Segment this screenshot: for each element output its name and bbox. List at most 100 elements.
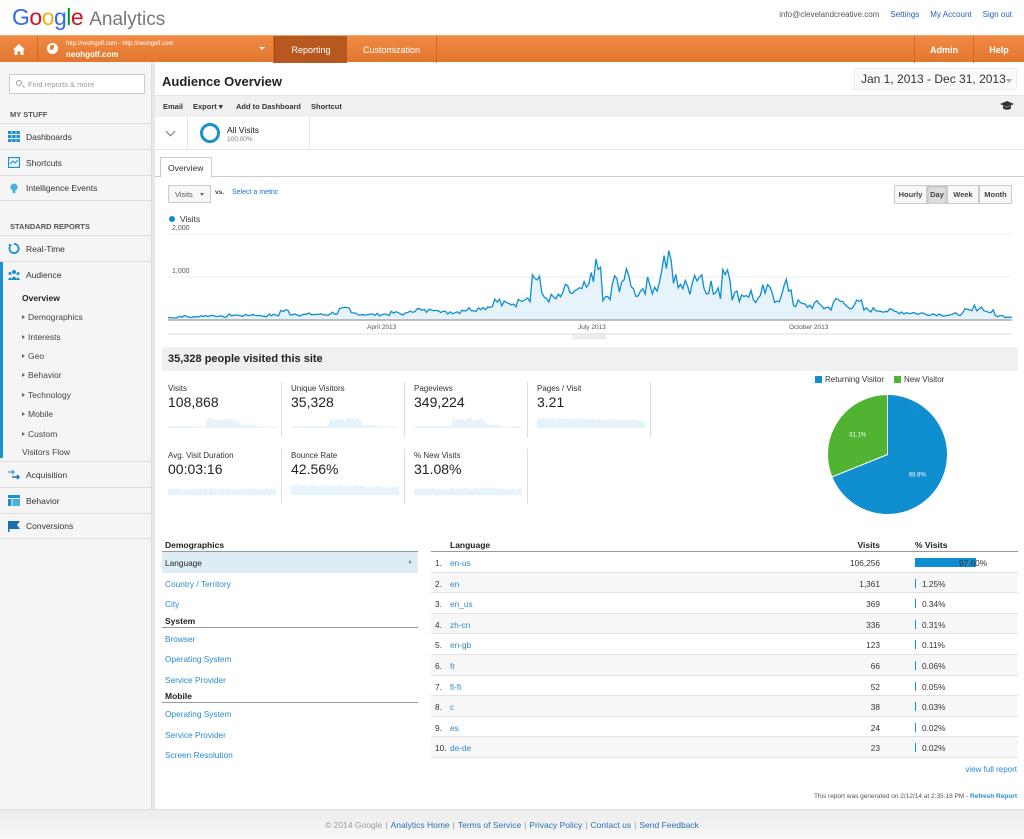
export-button[interactable]: Export ▾: [193, 102, 223, 111]
sparkline: [537, 417, 645, 428]
table-row: 3. en_us 369 0.34%: [431, 593, 1018, 614]
metric-unique-visitors[interactable]: Unique Visitors 35,328: [285, 382, 405, 437]
account-urls: http://neohgolf.com - http://neohgolf.co…: [66, 41, 174, 47]
sidebar-sub-demographics[interactable]: Demographics: [22, 312, 83, 322]
date-range-picker[interactable]: Jan 1, 2013 - Dec 31, 2013: [854, 68, 1017, 90]
footer-link-privacy[interactable]: Privacy Policy: [529, 820, 582, 830]
row-rank: 4.: [435, 619, 442, 630]
tab-overview[interactable]: Overview: [160, 157, 212, 178]
footer-link-contact[interactable]: Contact us: [591, 820, 632, 830]
row-pct: 0.02%: [922, 722, 946, 733]
language-link[interactable]: fi-fi: [450, 682, 461, 692]
search-input[interactable]: Find reports & more: [9, 74, 145, 94]
sidebar-item-conversions[interactable]: Conversions: [0, 513, 152, 539]
view-full-report-link[interactable]: view full report: [965, 765, 1017, 774]
metric-bounce-rate[interactable]: Bounce Rate 42.56%: [285, 449, 405, 504]
graduation-cap-icon[interactable]: [1000, 101, 1014, 111]
segment-all-visits[interactable]: All Visits 100.00%: [188, 117, 310, 150]
metric-pageviews[interactable]: Pageviews 349,224: [408, 382, 528, 437]
home-button[interactable]: [0, 36, 38, 63]
range-slider-handle[interactable]: [572, 333, 606, 339]
sign-out-link[interactable]: Sign out: [983, 10, 1012, 19]
footer-link-feedback[interactable]: Send Feedback: [639, 820, 699, 830]
sidebar-sub-technology[interactable]: Technology: [22, 390, 71, 400]
footer-link-analytics-home[interactable]: Analytics Home: [391, 820, 450, 830]
row-rank: 8.: [435, 702, 442, 713]
sidebar-item-behavior[interactable]: Behavior: [0, 487, 152, 513]
sidebar-sub-geo[interactable]: Geo: [22, 351, 44, 361]
visitor-type-pie-chart[interactable]: 68.9% 31.1%: [825, 392, 950, 517]
language-link[interactable]: de-de: [450, 743, 471, 753]
google-analytics-logo[interactable]: Google Analytics: [12, 4, 165, 31]
period-month[interactable]: Month: [979, 185, 1012, 204]
x-tick-label: October 2013: [789, 324, 829, 331]
metric-new-visits[interactable]: % New Visits 31.08%: [408, 449, 528, 504]
sidebar: Find reports & more MY STUFF Dashboards …: [0, 62, 152, 809]
row-rank: 6.: [435, 660, 442, 671]
sidebar-sub-custom[interactable]: Custom: [22, 429, 57, 439]
demographics-link[interactable]: City: [162, 593, 418, 614]
legend-returning[interactable]: Returning Visitor: [815, 375, 884, 384]
copyright: © 2014 Google: [325, 820, 383, 830]
sidebar-item-intelligence-events[interactable]: Intelligence Events: [0, 175, 152, 201]
sidebar-sub-interests[interactable]: Interests: [22, 332, 61, 342]
visits-col-header: Visits: [857, 540, 880, 550]
language-link[interactable]: es: [450, 723, 459, 733]
visits-line-chart[interactable]: 2,000 1,000 April 2013 July 2013 October 201…: [155, 224, 1024, 339]
tab-reporting[interactable]: Reporting: [274, 36, 347, 63]
help-button[interactable]: Help: [973, 36, 1024, 63]
metric-visits[interactable]: Visits 108,868: [162, 382, 282, 437]
account-selector[interactable]: http://neohgolf.com - http://neohgolf.co…: [38, 36, 274, 63]
sidebar-sub-overview[interactable]: Overview: [22, 293, 60, 303]
sidebar-item-shortcuts[interactable]: Shortcuts: [0, 149, 152, 175]
sidebar-item-real-time[interactable]: Real-Time: [0, 235, 152, 261]
admin-button[interactable]: Admin: [914, 36, 973, 63]
sidebar-sub-mobile[interactable]: Mobile: [22, 409, 53, 419]
tab-customization[interactable]: Customization: [347, 36, 437, 63]
period-hourly[interactable]: Hourly: [894, 185, 927, 204]
add-to-dashboard-button[interactable]: Add to Dashboard: [236, 102, 301, 111]
language-link[interactable]: en_us: [450, 599, 473, 609]
language-link[interactable]: en: [450, 579, 459, 589]
pct-bar: [915, 660, 916, 670]
table-row: 2. en 1,361 1.25%: [431, 572, 1018, 594]
segment-expand-button[interactable]: [155, 117, 188, 150]
demographics-link[interactable]: Operating System: [162, 703, 418, 724]
sidebar-sub-behavior[interactable]: Behavior: [22, 370, 62, 380]
language-link[interactable]: c: [450, 702, 454, 712]
legend-new[interactable]: New Visitor: [894, 375, 944, 384]
language-link[interactable]: en-us: [450, 558, 471, 568]
my-stuff-heading: MY STUFF: [10, 110, 48, 119]
language-link[interactable]: zh-cn: [450, 620, 470, 630]
table-row: 6. fr 66 0.06%: [431, 654, 1018, 676]
email-button[interactable]: Email: [163, 102, 183, 111]
period-week[interactable]: Week: [947, 185, 979, 204]
language-link[interactable]: en-gb: [450, 640, 471, 650]
metric-avg-visit-duration[interactable]: Avg. Visit Duration 00:03:16: [162, 449, 282, 504]
sidebar-item-acquisition[interactable]: Acquisition: [0, 461, 152, 487]
sidebar-sub-visitors-flow[interactable]: Visitors Flow: [22, 447, 70, 457]
sidebar-item-dashboards[interactable]: Dashboards: [0, 123, 152, 149]
dashboards-icon: [8, 131, 20, 142]
demographics-link[interactable]: Browser: [162, 628, 418, 649]
demographics-link[interactable]: Screen Resolution: [162, 744, 418, 765]
metric-pages-per-visit[interactable]: Pages / Visit 3.21: [531, 382, 651, 437]
language-link[interactable]: fr: [450, 661, 455, 671]
refresh-report-link[interactable]: Refresh Report: [970, 793, 1017, 800]
sidebar-item-audience[interactable]: Audience: [0, 261, 152, 287]
shortcut-button[interactable]: Shortcut: [311, 102, 342, 111]
sparkline: [291, 484, 399, 495]
settings-link[interactable]: Settings: [890, 10, 919, 19]
footer-link-terms[interactable]: Terms of Service: [458, 820, 521, 830]
demographics-link[interactable]: Country / Territory: [162, 573, 418, 594]
real-time-icon: [8, 243, 20, 254]
demographics-link[interactable]: Service Provider: [162, 669, 418, 690]
period-day[interactable]: Day: [927, 185, 947, 204]
demographics-link[interactable]: Operating System: [162, 648, 418, 669]
select-metric-link[interactable]: Select a metric: [232, 189, 278, 196]
demographics-link[interactable]: Language: [162, 552, 418, 573]
segment-percent: 100.00%: [227, 136, 253, 143]
metric-dropdown[interactable]: Visits: [168, 185, 211, 203]
my-account-link[interactable]: My Account: [930, 10, 971, 19]
demographics-link[interactable]: Service Provider: [162, 724, 418, 745]
